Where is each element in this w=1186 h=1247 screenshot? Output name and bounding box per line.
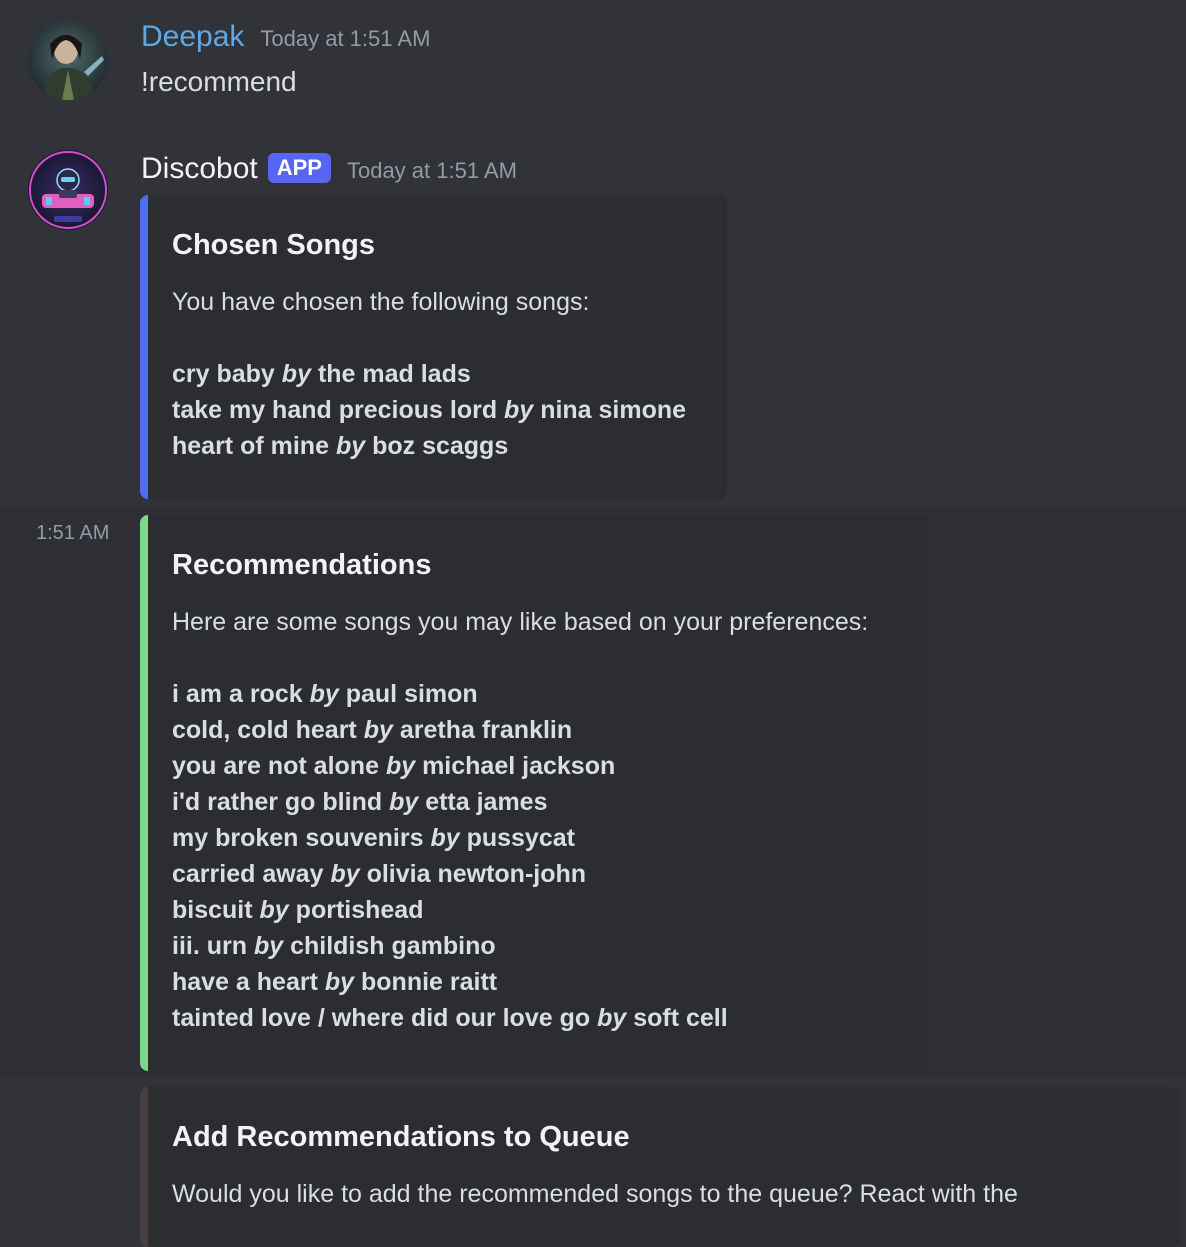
chosen-songs-embed: Chosen Songs You have chosen the followi… — [140, 195, 727, 499]
song-by: by — [389, 788, 419, 816]
song-by: by — [504, 396, 534, 424]
song-item: tainted love / where did our love go by … — [172, 1000, 905, 1036]
followup-message-2: Add Recommendations to Queue Would you l… — [0, 1080, 1186, 1247]
song-item: cold, cold heart by aretha franklin — [172, 712, 905, 748]
song-title: tainted love / where did our love go — [172, 1004, 591, 1032]
embed-title: Add Recommendations to Queue — [172, 1121, 630, 1153]
bot-username[interactable]: Discobot — [141, 152, 258, 186]
song-title: carried away — [172, 860, 324, 888]
song-by: by — [253, 932, 284, 960]
embed-title: Chosen Songs — [172, 229, 376, 261]
recommendation-song-list: i am a rock by paul simon cold, cold hear… — [172, 676, 905, 1036]
song-item: i am a rock by paul simon — [172, 676, 905, 712]
song-artist: the mad lads — [317, 360, 471, 388]
song-item: carried away by olivia newton-john — [172, 856, 905, 892]
song-artist: paul simon — [345, 680, 478, 708]
message-timestamp: Today at 1:51 AM — [346, 158, 517, 183]
embed-title: Recommendations — [172, 549, 432, 581]
song-item: have a heart by bonnie raitt — [172, 964, 905, 1000]
song-title: my broken souvenirs — [172, 824, 424, 852]
message-timestamp: Today at 1:51 AM — [260, 26, 431, 51]
bot-message: Discobot APP Today at 1:51 AM Chosen Son… — [0, 140, 1186, 510]
song-title: you are not alone — [172, 752, 379, 780]
song-artist: portishead — [295, 896, 424, 924]
song-by: by — [385, 752, 416, 780]
song-item: take my hand precious lord by nina simon… — [172, 392, 703, 428]
followup-message: 1:51 AM Recommendations Here are some so… — [0, 508, 1186, 1078]
user-message-header: Deepak Today at 1:51 AM — [141, 20, 430, 54]
username[interactable]: Deepak — [141, 20, 244, 54]
song-by: by — [330, 860, 360, 888]
song-artist: aretha franklin — [399, 716, 573, 744]
song-title: i'd rather go blind — [172, 788, 383, 816]
bot-message-header: Discobot APP Today at 1:51 AM — [141, 152, 517, 186]
embed-description: You have chosen the following songs: — [172, 288, 590, 316]
user-message: Deepak Today at 1:51 AM !recommend — [0, 0, 1186, 130]
song-by: by — [597, 1004, 627, 1032]
song-title: have a heart — [172, 968, 318, 996]
message-content: !recommend — [141, 66, 297, 97]
song-item: iii. urn by childish gambino — [172, 928, 905, 964]
embed-description: Would you like to add the recommended so… — [172, 1180, 1018, 1208]
chosen-song-list: cry baby by the mad lads take my hand pr… — [172, 356, 703, 464]
song-by: by — [324, 968, 355, 996]
song-by: by — [430, 824, 460, 852]
song-item: i'd rather go blind by etta james — [172, 784, 905, 820]
song-item: heart of mine by boz scaggs — [172, 428, 703, 464]
song-item: biscuit by portishead — [172, 892, 905, 928]
user-avatar-icon[interactable] — [28, 20, 108, 100]
song-artist: boz scaggs — [372, 432, 509, 460]
song-title: take my hand precious lord — [172, 396, 498, 424]
song-title: heart of mine — [172, 432, 329, 460]
song-title: cold, cold heart — [172, 716, 357, 744]
embed-description: Here are some songs you may like based o… — [172, 608, 869, 636]
song-artist: pussycat — [466, 824, 575, 852]
song-artist: olivia newton-john — [366, 860, 587, 888]
song-item: you are not alone by michael jackson — [172, 748, 905, 784]
song-by: by — [259, 896, 289, 924]
song-item: my broken souvenirs by pussycat — [172, 820, 905, 856]
song-by: by — [335, 432, 366, 460]
song-by: by — [309, 680, 339, 708]
song-title: i am a rock — [172, 680, 303, 708]
song-title: cry baby — [172, 360, 275, 388]
song-artist: etta james — [425, 788, 548, 816]
side-timestamp: 1:51 AM — [36, 522, 110, 544]
song-by: by — [363, 716, 393, 744]
song-artist: childish gambino — [290, 932, 496, 960]
song-title: iii. urn — [172, 932, 247, 960]
song-artist: soft cell — [633, 1004, 728, 1032]
app-badge: APP — [267, 153, 331, 183]
song-artist: michael jackson — [422, 752, 616, 780]
queue-embed: Add Recommendations to Queue Would you l… — [140, 1087, 1180, 1247]
song-by: by — [281, 360, 311, 388]
song-artist: bonnie raitt — [361, 968, 498, 996]
recommendations-embed: Recommendations Here are some songs you … — [140, 515, 929, 1071]
song-title: biscuit — [172, 896, 253, 924]
song-item: cry baby by the mad lads — [172, 356, 703, 392]
bot-avatar-icon[interactable] — [28, 150, 108, 230]
song-artist: nina simone — [540, 396, 687, 424]
